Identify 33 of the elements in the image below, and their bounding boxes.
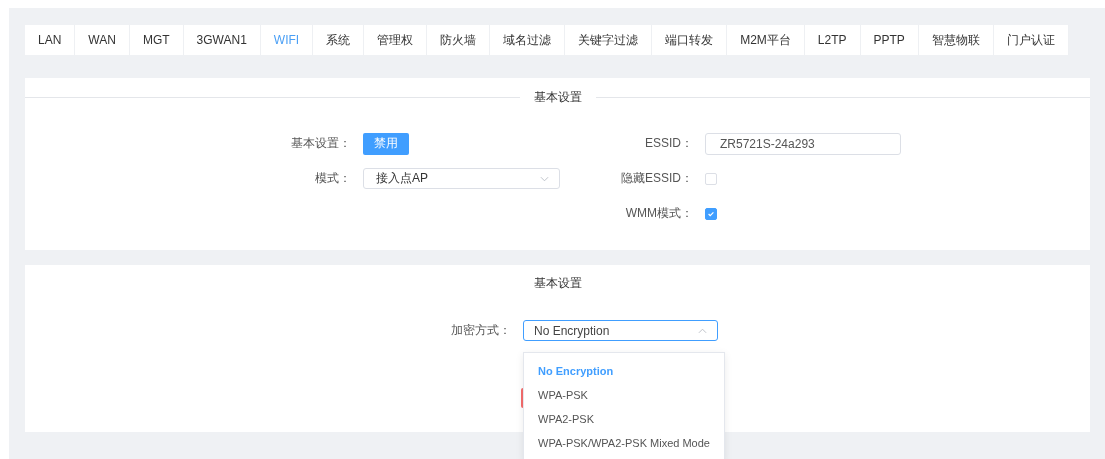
field-label: 加密方式： <box>450 322 512 339</box>
tab[interactable]: 智慧物联 <box>918 25 994 55</box>
chevron-up-icon <box>698 327 707 334</box>
section-title: 基本设置 <box>533 275 582 292</box>
dropdown-option[interactable]: WPA-PSK <box>524 383 724 407</box>
tab[interactable]: L2TP <box>804 25 861 55</box>
field-label: 模式： <box>314 170 352 187</box>
dropdown-option[interactable]: WPA2-PSK <box>524 407 724 431</box>
tab[interactable]: 系统 <box>313 25 365 55</box>
tab[interactable]: 防火墙 <box>427 25 491 55</box>
field-label: WMM模式： <box>624 205 694 222</box>
tab[interactable]: WAN <box>75 25 130 55</box>
tab[interactable]: 域名过滤 <box>490 25 566 55</box>
tab[interactable]: 管理权 <box>364 25 428 55</box>
tab[interactable]: M2M平台 <box>727 25 805 55</box>
tab[interactable]: 端口转发 <box>652 25 728 55</box>
chevron-down-icon <box>540 175 549 182</box>
tab[interactable]: 关键字过滤 <box>565 25 653 55</box>
tab[interactable]: 门户认证 <box>993 25 1069 55</box>
field-label: 基本设置： <box>290 135 352 152</box>
tab[interactable]: LAN <box>25 25 76 55</box>
encryption-dropdown[interactable]: No Encryption <box>523 320 718 341</box>
field-label: 隐藏ESSID： <box>620 170 694 187</box>
essid-field[interactable]: ZR5721S-24a293 <box>705 132 901 155</box>
tab[interactable]: MGT <box>129 25 184 55</box>
field-label: ESSID： <box>644 135 694 152</box>
tab[interactable]: PPTP <box>860 25 919 55</box>
dropdown-option[interactable]: WPA-PSK/WPA2-PSK Mixed Mode <box>524 431 724 455</box>
check-icon <box>707 209 715 218</box>
mode-dropdown[interactable]: 接入点AP <box>363 168 560 189</box>
tab[interactable]: 3GWAN1 <box>183 25 261 55</box>
checkbox[interactable] <box>705 207 717 220</box>
section-title: 基本设置 <box>533 88 582 106</box>
